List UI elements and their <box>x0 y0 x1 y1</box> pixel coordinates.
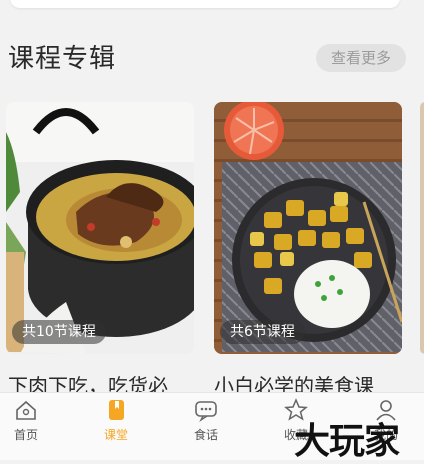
tab-chat[interactable]: 食话 <box>176 397 236 447</box>
classroom-icon <box>109 400 124 420</box>
course-cover-image <box>214 102 402 354</box>
view-more-button[interactable]: 查看更多 <box>316 44 406 72</box>
course-album-list: 共10节课程 共6节课程 <box>0 102 424 354</box>
tab-home[interactable]: 首页 <box>0 397 56 447</box>
course-cover-image <box>6 102 194 354</box>
tab-label: 课堂 <box>103 428 128 442</box>
chat-icon <box>195 401 217 423</box>
home-icon <box>16 400 36 420</box>
previous-card-edge <box>10 0 400 8</box>
course-card-curry-rice[interactable]: 共6节课程 <box>214 102 402 354</box>
section-title: 课程专辑 <box>8 44 117 74</box>
watermark-text: 大玩家 <box>294 420 400 462</box>
course-card-braised-meat[interactable]: 共10节课程 <box>6 102 194 354</box>
lesson-count-badge: 共10节课程 <box>12 320 106 344</box>
lesson-count-badge: 共6节课程 <box>220 320 305 344</box>
course-card-partial[interactable] <box>420 102 424 354</box>
tab-classroom[interactable]: 课堂 <box>86 397 146 447</box>
section-header: 课程专辑 查看更多 <box>0 36 424 76</box>
tab-label: 首页 <box>13 428 38 442</box>
tab-label: 食话 <box>193 428 218 442</box>
